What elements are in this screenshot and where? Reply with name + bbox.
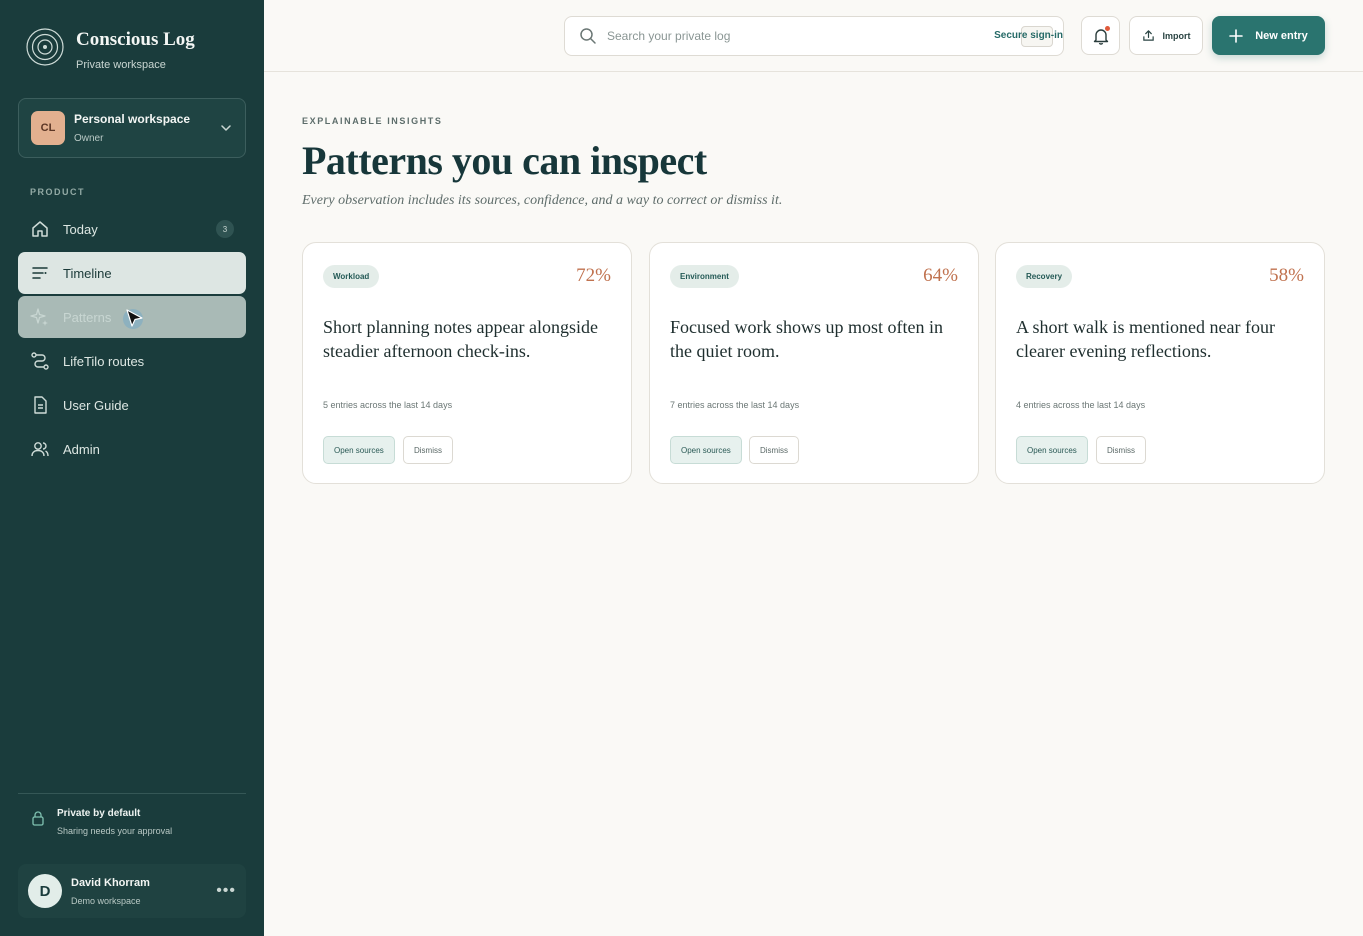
brand-logo-icon xyxy=(26,28,64,66)
category-tag: Environment xyxy=(670,265,739,288)
users-icon xyxy=(31,442,49,457)
timeline-icon xyxy=(32,267,48,279)
confidence-value: 64% xyxy=(923,265,958,286)
import-button[interactable]: Import xyxy=(1129,16,1203,55)
dismiss-button[interactable]: Dismiss xyxy=(1096,436,1146,464)
sidebar-item-timeline[interactable]: Timeline xyxy=(18,252,246,294)
user-name: David Khorram xyxy=(71,876,150,889)
sidebar-divider xyxy=(18,793,246,794)
lock-icon xyxy=(32,811,44,826)
page-subtitle: Every observation includes its sources, … xyxy=(302,193,783,208)
new-entry-button[interactable]: New entry xyxy=(1212,16,1325,55)
sparkle-icon xyxy=(30,308,48,326)
insight-card: Recovery 58% A short walk is mentioned n… xyxy=(995,242,1325,484)
workspace-avatar: CL xyxy=(31,111,65,145)
category-tag: Workload xyxy=(323,265,380,288)
sidebar-item-admin[interactable]: Admin xyxy=(18,428,246,470)
confidence-value: 58% xyxy=(1269,265,1304,286)
mouse-cursor-icon xyxy=(123,309,143,329)
import-label: Import xyxy=(1162,30,1191,41)
sidebar-item-lifetilo-routes[interactable]: LifeTilo routes xyxy=(18,340,246,382)
privacy-subtitle: Sharing needs your approval xyxy=(57,826,173,836)
workspace-role: Owner xyxy=(74,133,104,144)
search-box[interactable]: Secure sign-in xyxy=(564,16,1064,56)
secure-sign-in-label: Secure sign-in xyxy=(994,30,1063,41)
plus-icon xyxy=(1229,28,1244,43)
insight-card: Environment 64% Focused work shows up mo… xyxy=(649,242,979,484)
insight-text: Focused work shows up most often in the … xyxy=(670,317,943,361)
sidebar-item-label: Admin xyxy=(63,441,100,457)
sidebar-item-today[interactable]: Today 3 xyxy=(18,208,246,250)
sidebar-item-label: LifeTilo routes xyxy=(63,353,145,369)
dismiss-button[interactable]: Dismiss xyxy=(749,436,799,464)
open-sources-button[interactable]: Open sources xyxy=(1016,436,1088,464)
user-profile[interactable]: D David Khorram Demo workspace ••• xyxy=(18,864,246,918)
sidebar-item-label: Today xyxy=(63,221,98,237)
category-tag: Recovery xyxy=(1016,265,1073,288)
more-options-icon[interactable]: ••• xyxy=(216,882,236,900)
section-label: PRODUCT xyxy=(30,187,85,197)
notification-dot xyxy=(1105,26,1110,31)
avatar: D xyxy=(28,874,62,908)
open-sources-button[interactable]: Open sources xyxy=(323,436,395,464)
upload-icon xyxy=(1142,30,1154,41)
sidebar-item-user-guide[interactable]: User Guide xyxy=(18,384,246,426)
chevron-down-icon xyxy=(221,125,231,131)
notifications-button[interactable] xyxy=(1081,16,1120,55)
privacy-notice: Private by default Sharing needs your ap… xyxy=(30,808,172,836)
insight-meta: 5 entries across the last 14 days xyxy=(323,400,453,410)
brand[interactable]: Conscious Log Private workspace xyxy=(26,28,195,71)
new-entry-label: New entry xyxy=(1255,29,1308,42)
eyebrow: EXPLAINABLE INSIGHTS xyxy=(302,116,443,126)
search-input[interactable] xyxy=(607,29,987,43)
dismiss-button[interactable]: Dismiss xyxy=(403,436,453,464)
sidebar-item-label: User Guide xyxy=(63,397,129,413)
insight-text: Short planning notes appear alongside st… xyxy=(323,317,598,361)
insight-meta: 4 entries across the last 14 days xyxy=(1016,400,1146,410)
insight-card: Workload 72% Short planning notes appear… xyxy=(302,242,632,484)
insight-meta: 7 entries across the last 14 days xyxy=(670,400,800,410)
insight-text: A short walk is mentioned near four clea… xyxy=(1016,317,1275,361)
open-sources-button[interactable]: Open sources xyxy=(670,436,742,464)
sidebar: Conscious Log Private workspace CL Perso… xyxy=(0,0,264,936)
search-icon xyxy=(580,28,596,44)
page-title: Patterns you can inspect xyxy=(302,138,707,183)
home-icon xyxy=(32,221,48,237)
brand-subtitle: Private workspace xyxy=(76,59,166,71)
document-icon xyxy=(34,396,47,414)
workspace-switcher[interactable]: CL Personal workspace Owner xyxy=(18,98,246,158)
confidence-value: 72% xyxy=(576,265,611,286)
user-workspace: Demo workspace xyxy=(71,895,141,906)
count-badge: 3 xyxy=(216,220,234,238)
workspace-name: Personal workspace xyxy=(74,112,191,126)
privacy-title: Private by default xyxy=(57,808,141,819)
sidebar-item-label: Timeline xyxy=(63,265,112,281)
top-bar: Secure sign-in Import New entry xyxy=(264,0,1363,72)
brand-title: Conscious Log xyxy=(76,29,195,50)
route-icon xyxy=(31,352,49,370)
